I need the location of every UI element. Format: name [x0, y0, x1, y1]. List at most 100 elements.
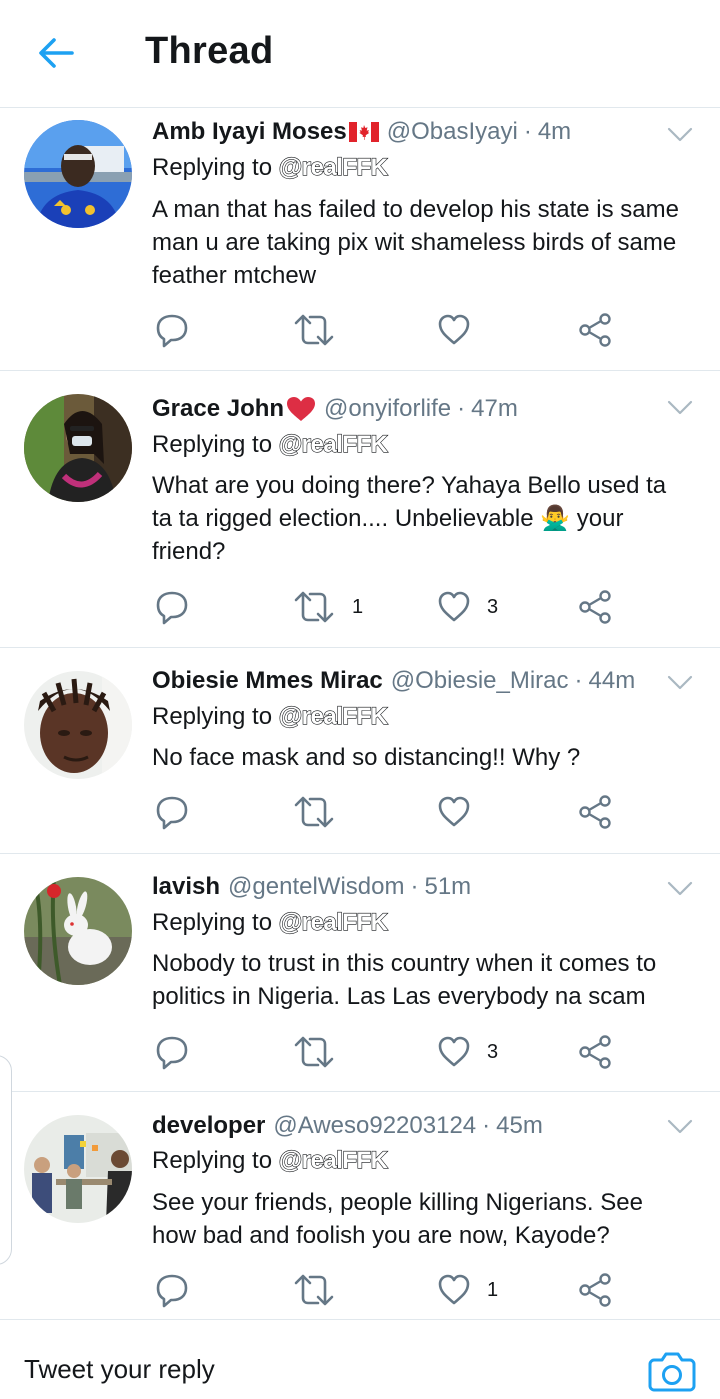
like-button[interactable]: 3: [437, 1032, 498, 1072]
reply-composer: Tweet your reply: [0, 1320, 720, 1399]
tweet-text: See your friends, people killing Nigeria…: [152, 1189, 643, 1249]
replying-to: Replying to @realFFK: [152, 430, 389, 459]
camera-icon[interactable]: [648, 1350, 696, 1392]
tweet-text: No face mask and so distancing!! Why ?: [152, 744, 581, 771]
heart-icon: [438, 1036, 470, 1067]
share-button[interactable]: [577, 310, 613, 350]
separator-dot: ·: [410, 873, 419, 900]
mention-link[interactable]: @realFFK: [278, 153, 388, 181]
retweet-icon: [294, 591, 334, 623]
replying-to: Replying to @realFFK: [152, 908, 389, 937]
tweet-header: developer @Aweso92203124 · 45m: [152, 1108, 543, 1144]
red-heart-icon: [287, 397, 316, 421]
heart-icon: [438, 591, 470, 622]
reply-icon: [156, 314, 188, 348]
avatar[interactable]: [24, 671, 132, 779]
separator-dot: ·: [523, 118, 532, 145]
heart-icon: [438, 1274, 470, 1305]
like-button[interactable]: [437, 310, 487, 350]
separator-dot: ·: [574, 667, 583, 694]
like-count: 3: [487, 1040, 499, 1063]
avatar[interactable]: [24, 394, 132, 502]
share-icon: [579, 590, 611, 624]
tweet-actions: 3: [152, 1032, 622, 1072]
author-handle[interactable]: @Obiesie_Mirac: [391, 667, 569, 695]
tweet-card[interactable]: Amb Iyayi Moses @ObasIyayi · 4m Replying…: [0, 108, 720, 371]
tweet-actions: [152, 310, 622, 350]
tweet-actions: 1 3: [152, 587, 622, 627]
share-button[interactable]: [577, 587, 613, 627]
author-name[interactable]: developer: [152, 1112, 265, 1140]
tweet-header: Amb Iyayi Moses @ObasIyayi · 4m: [152, 114, 571, 150]
tweet-header: Obiesie Mmes Mirac @Obiesie_Mirac · 44m: [152, 663, 635, 699]
author-name[interactable]: lavish: [152, 873, 220, 901]
share-icon: [579, 313, 611, 347]
author-handle[interactable]: @ObasIyayi: [387, 118, 518, 146]
timestamp: 4m: [537, 118, 572, 145]
tweet-card[interactable]: developer @Aweso92203124 · 45m Replying …: [0, 1092, 720, 1320]
tweet-card[interactable]: Obiesie Mmes Mirac @Obiesie_Mirac · 44m …: [0, 648, 720, 854]
retweet-icon: [294, 796, 334, 828]
chevron-down-icon[interactable]: [666, 880, 694, 898]
reply-button[interactable]: [152, 587, 192, 627]
mention-link[interactable]: @realFFK: [278, 430, 388, 458]
reply-icon: [156, 591, 188, 625]
avatar[interactable]: [24, 120, 132, 228]
tweet-card[interactable]: lavish @gentelWisdom · 51m Replying to @…: [0, 854, 720, 1092]
reply-button[interactable]: [152, 792, 192, 832]
reply-input[interactable]: Tweet your reply: [24, 1354, 215, 1385]
replying-to-label: Replying to: [152, 154, 273, 181]
chevron-down-icon[interactable]: [666, 399, 694, 417]
back-button[interactable]: [30, 30, 82, 76]
retweet-icon: [294, 1274, 334, 1306]
like-button[interactable]: [437, 792, 487, 832]
chevron-down-icon[interactable]: [666, 126, 694, 144]
tweet-header: Grace John @onyiforlife · 47m: [152, 391, 518, 427]
floating-side-tab[interactable]: [0, 1055, 12, 1265]
share-button[interactable]: [577, 792, 613, 832]
reply-button[interactable]: [152, 1270, 192, 1310]
author-handle[interactable]: @onyiforlife: [324, 395, 451, 423]
mention-link[interactable]: @realFFK: [278, 702, 388, 730]
heart-icon: [438, 796, 470, 827]
author-handle[interactable]: @gentelWisdom: [228, 873, 404, 901]
author-name[interactable]: Amb Iyayi Moses: [152, 118, 347, 146]
avatar[interactable]: [24, 1115, 132, 1223]
share-button[interactable]: [577, 1270, 613, 1310]
retweet-count: 1: [352, 595, 364, 618]
retweet-button[interactable]: [292, 310, 352, 350]
mention-link[interactable]: @realFFK: [278, 908, 388, 936]
retweet-button[interactable]: [292, 792, 352, 832]
like-button[interactable]: 3: [437, 587, 498, 627]
avatar[interactable]: [24, 877, 132, 985]
replying-to-label: Replying to: [152, 909, 273, 936]
reply-button[interactable]: [152, 310, 192, 350]
separator-dot: ·: [482, 1112, 491, 1139]
arrow-left-icon: [39, 38, 74, 68]
retweet-button[interactable]: 1: [292, 587, 363, 627]
timestamp: 47m: [471, 395, 518, 422]
like-count: 3: [487, 595, 499, 618]
canada-flag-icon: [348, 122, 379, 142]
replying-to: Replying to @realFFK: [152, 153, 389, 182]
retweet-button[interactable]: [292, 1032, 352, 1072]
mention-link[interactable]: @realFFK: [278, 1146, 388, 1174]
author-handle[interactable]: @Aweso92203124: [273, 1112, 476, 1140]
chevron-down-icon[interactable]: [666, 1118, 694, 1136]
tweet-actions: [152, 792, 622, 832]
timestamp: 45m: [496, 1112, 543, 1139]
page-title: Thread: [145, 30, 274, 72]
heart-icon: [438, 314, 470, 345]
reply-icon: [156, 1274, 188, 1308]
tweet-actions: 1: [152, 1270, 622, 1310]
reply-icon: [156, 1036, 188, 1070]
share-button[interactable]: [577, 1032, 613, 1072]
reply-button[interactable]: [152, 1032, 192, 1072]
chevron-down-icon[interactable]: [666, 674, 694, 692]
like-button[interactable]: 1: [437, 1270, 498, 1310]
author-name[interactable]: Obiesie Mmes Mirac: [152, 667, 383, 695]
tweet-card[interactable]: Grace John @onyiforlife · 47m Replying t…: [0, 371, 720, 648]
tweet-text: What are you doing there? Yahaya Bello u…: [152, 472, 667, 565]
retweet-button[interactable]: [292, 1270, 352, 1310]
author-name[interactable]: Grace John: [152, 395, 284, 423]
